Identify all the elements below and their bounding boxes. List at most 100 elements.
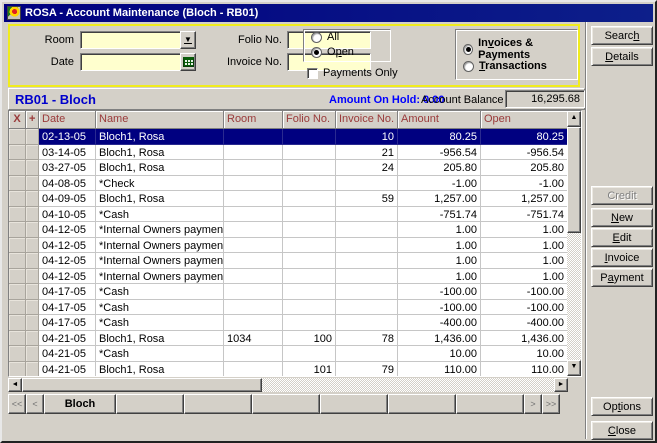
grid-cell[interactable] — [224, 145, 283, 161]
grid-cell[interactable] — [224, 176, 283, 192]
grid-cell[interactable] — [224, 253, 283, 269]
grid-cell[interactable]: -751.74 — [398, 207, 481, 223]
grid-cell[interactable] — [224, 300, 283, 316]
grid-cell[interactable]: 04-21-05 — [39, 331, 96, 347]
grid-cell[interactable]: 21 — [336, 145, 398, 161]
grid-cell[interactable] — [224, 222, 283, 238]
grid-cell[interactable] — [26, 207, 39, 223]
grid-cell[interactable]: 04-17-05 — [39, 315, 96, 331]
grid-row[interactable]: 04-12-05*Internal Owners payment code1.0… — [9, 269, 567, 285]
grid-cell[interactable] — [26, 253, 39, 269]
payments-only-box[interactable] — [307, 68, 318, 79]
vscroll-thumb[interactable] — [567, 127, 581, 233]
grid-row[interactable]: 04-17-05*Cash-100.00-100.00 — [9, 300, 567, 316]
grid-cell[interactable] — [26, 346, 39, 362]
grid-cell[interactable]: 04-08-05 — [39, 176, 96, 192]
grid-cell[interactable]: -100.00 — [398, 300, 481, 316]
grid-cell[interactable]: 59 — [336, 191, 398, 207]
room-dropdown-button[interactable]: ▼ — [180, 31, 196, 49]
grid-cell[interactable]: 110.00 — [481, 362, 567, 377]
grid-cell[interactable] — [9, 346, 26, 362]
grid-cell[interactable] — [336, 346, 398, 362]
tab-bloch[interactable]: Bloch — [44, 394, 116, 414]
credit-button[interactable]: Credit — [591, 186, 653, 205]
tab-empty[interactable] — [184, 394, 252, 414]
grid-cell[interactable]: -100.00 — [481, 300, 567, 316]
grid-cell[interactable] — [283, 207, 336, 223]
grid-cell[interactable]: Bloch1, Rosa — [96, 129, 224, 145]
grid-cell[interactable] — [26, 176, 39, 192]
radio-open[interactable]: Open — [311, 46, 354, 58]
radio-open-circle[interactable] — [311, 47, 322, 58]
grid-cell[interactable]: 04-21-05 — [39, 346, 96, 362]
grid-cell[interactable]: 1.00 — [481, 253, 567, 269]
edit-button[interactable]: Edit — [591, 228, 653, 247]
grid-cell[interactable]: -1.00 — [481, 176, 567, 192]
grid-cell[interactable]: 10 — [336, 129, 398, 145]
grid-cell[interactable] — [224, 362, 283, 377]
scroll-down-icon[interactable]: ▼ — [567, 360, 581, 376]
grid-row[interactable]: 03-27-05Bloch1, Rosa24205.80205.80 — [9, 160, 567, 176]
grid-cell[interactable]: -100.00 — [398, 284, 481, 300]
tab-next-button[interactable]: > — [524, 394, 542, 414]
grid-cell[interactable]: 04-17-05 — [39, 300, 96, 316]
grid-cell[interactable] — [283, 222, 336, 238]
grid-cell[interactable] — [9, 284, 26, 300]
grid-cell[interactable] — [336, 253, 398, 269]
grid-cell[interactable] — [336, 176, 398, 192]
grid-cell[interactable]: 205.80 — [481, 160, 567, 176]
details-button[interactable]: Details — [591, 47, 653, 66]
grid-cell[interactable]: Bloch1, Rosa — [96, 191, 224, 207]
titlebar[interactable]: ROSA - Account Maintenance (Bloch - RB01… — [4, 4, 653, 22]
grid-row[interactable]: 04-08-05*Check-1.00-1.00 — [9, 176, 567, 192]
grid-cell[interactable]: *Cash — [96, 284, 224, 300]
grid-cell[interactable]: 205.80 — [398, 160, 481, 176]
grid-col-header[interactable]: Room — [224, 111, 283, 129]
room-input[interactable] — [80, 31, 196, 49]
scroll-left-icon[interactable]: ◄ — [8, 378, 22, 392]
grid-cell[interactable] — [283, 300, 336, 316]
grid-col-header[interactable]: Folio No. — [283, 111, 336, 129]
grid-row[interactable]: 04-17-05*Cash-100.00-100.00 — [9, 284, 567, 300]
grid-cell[interactable] — [283, 191, 336, 207]
grid-cell[interactable]: -400.00 — [481, 315, 567, 331]
grid-cell[interactable] — [283, 145, 336, 161]
grid-cell[interactable]: *Cash — [96, 346, 224, 362]
tab-empty[interactable] — [116, 394, 184, 414]
grid-row[interactable]: 02-13-05Bloch1, Rosa1080.2580.25 — [9, 129, 567, 145]
grid-vertical-scrollbar[interactable]: ▲ ▼ — [567, 111, 581, 376]
grid-cell[interactable] — [9, 207, 26, 223]
tab-first-button[interactable]: << — [8, 394, 26, 414]
tab-empty[interactable] — [388, 394, 456, 414]
grid-cell[interactable] — [224, 129, 283, 145]
grid-cell[interactable] — [283, 315, 336, 331]
grid-cell[interactable]: 10.00 — [481, 346, 567, 362]
grid-cell[interactable] — [26, 331, 39, 347]
grid-cell[interactable] — [9, 176, 26, 192]
grid-cell[interactable]: *Internal Owners payment code — [96, 222, 224, 238]
grid-cell[interactable] — [9, 145, 26, 161]
vscroll-track[interactable] — [567, 233, 581, 360]
grid-cell[interactable]: 1,436.00 — [481, 331, 567, 347]
grid-cell[interactable]: 78 — [336, 331, 398, 347]
grid-cell[interactable] — [336, 300, 398, 316]
grid-cell[interactable]: -1.00 — [398, 176, 481, 192]
grid-cell[interactable] — [224, 346, 283, 362]
grid-cell[interactable]: -956.54 — [481, 145, 567, 161]
grid-cell[interactable]: 1034 — [224, 331, 283, 347]
tab-last-button[interactable]: >> — [542, 394, 560, 414]
grid-cell[interactable]: 1,257.00 — [481, 191, 567, 207]
grid-cell[interactable] — [336, 315, 398, 331]
search-button[interactable]: Search — [591, 26, 653, 45]
grid-row[interactable]: 04-12-05*Internal Owners payment code1.0… — [9, 238, 567, 254]
new-button[interactable]: New — [591, 208, 653, 227]
grid-horizontal-scrollbar[interactable]: ◄ ► — [8, 378, 568, 392]
grid-cell[interactable]: *Internal Owners payment code — [96, 269, 224, 285]
grid-col-header[interactable]: X — [9, 111, 26, 129]
tab-prev-button[interactable]: < — [26, 394, 44, 414]
grid-cell[interactable]: Bloch1, Rosa — [96, 362, 224, 377]
grid-cell[interactable] — [224, 269, 283, 285]
grid-cell[interactable]: 100 — [283, 331, 336, 347]
grid-cell[interactable]: 04-17-05 — [39, 284, 96, 300]
grid-cell[interactable] — [9, 331, 26, 347]
